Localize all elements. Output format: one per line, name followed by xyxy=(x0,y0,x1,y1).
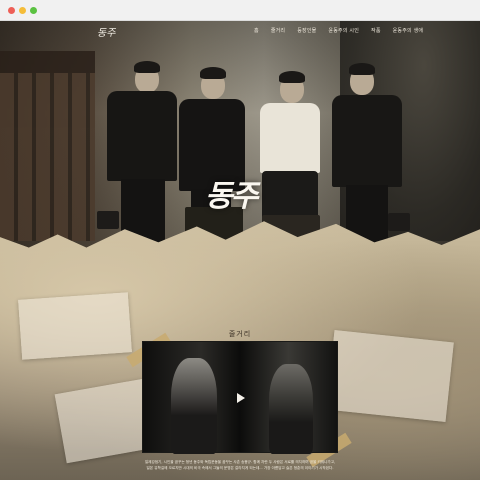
synopsis-line: 일본 유학길에 오르지만 시대의 비극 속에서 그들의 운명은 갈라지게 되는데… xyxy=(146,466,334,470)
play-icon xyxy=(237,393,245,403)
top-nav: 홈 줄거리 등장인물 윤동주의 시인 작품 윤동주의 생애 xyxy=(254,27,423,34)
minimize-window-button[interactable] xyxy=(19,7,26,14)
video-figure xyxy=(171,358,217,454)
browser-window: 동주 홈 줄거리 등장인물 윤동주의 시인 작품 윤동주의 생애 동주 줄거리 … xyxy=(0,0,480,480)
person-figure xyxy=(330,63,410,253)
hero-photo: 동주 홈 줄거리 등장인물 윤동주의 시인 작품 윤동주의 생애 동주 xyxy=(0,21,480,254)
window-titlebar xyxy=(0,0,480,21)
play-button[interactable] xyxy=(232,389,250,407)
close-window-button[interactable] xyxy=(8,7,15,14)
movie-title: 동주 xyxy=(205,179,258,214)
video-figure xyxy=(269,364,313,454)
nav-item-synopsis[interactable]: 줄거리 xyxy=(271,27,285,34)
section-title: 줄거리 xyxy=(228,330,252,338)
site-logo[interactable]: 동주 xyxy=(97,24,115,39)
nav-item-characters[interactable]: 등장인물 xyxy=(297,27,316,34)
person-figure xyxy=(175,67,250,254)
synopsis-text: 일제강점기, 시인을 꿈꾸는 청년 동주와 독립운동을 꿈꾸는 사촌 송몽규. … xyxy=(40,459,440,471)
building-illustration xyxy=(0,51,95,241)
maximize-window-button[interactable] xyxy=(30,7,37,14)
page-viewport: 동주 홈 줄거리 등장인물 윤동주의 시인 작품 윤동주의 생애 동주 줄거리 … xyxy=(0,21,480,480)
nav-item-biography[interactable]: 윤동주의 생애 xyxy=(393,27,424,34)
nav-item-poet[interactable]: 윤동주의 시인 xyxy=(328,27,359,34)
trailer-video[interactable] xyxy=(142,341,338,454)
person-figure xyxy=(85,61,177,251)
nav-item-works[interactable]: 작품 xyxy=(371,27,381,34)
nav-item-home[interactable]: 홈 xyxy=(254,27,259,34)
